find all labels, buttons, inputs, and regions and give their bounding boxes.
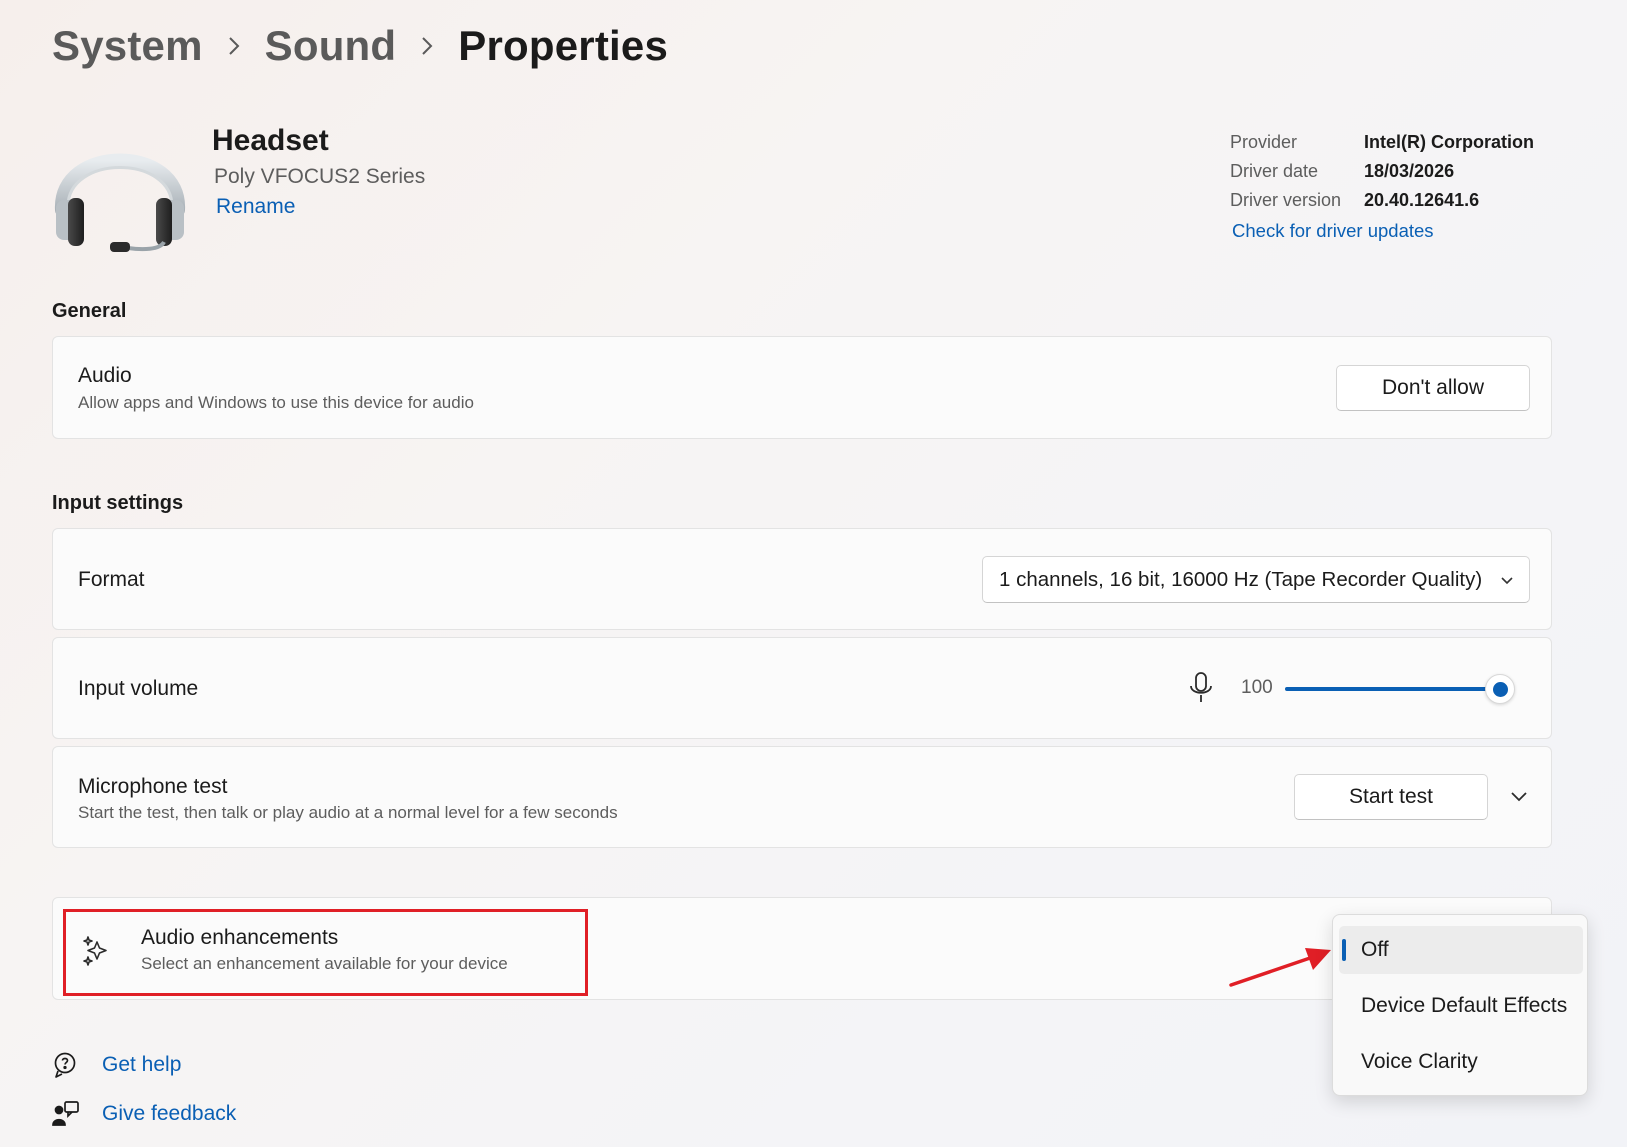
dont-allow-button[interactable]: Don't allow <box>1336 365 1530 411</box>
input-volume-value: 100 <box>1241 677 1273 698</box>
driver-provider-label: Provider <box>1230 132 1298 152</box>
start-test-button[interactable]: Start test <box>1294 774 1488 820</box>
get-help-link[interactable]: Get help <box>102 1053 181 1077</box>
breadcrumb: System Sound Properties <box>52 18 668 74</box>
selected-indicator <box>1342 939 1346 961</box>
driver-date-label: Driver date <box>1230 161 1319 181</box>
microphone-test-card: Microphone test Start the test, then tal… <box>52 746 1552 848</box>
enhancement-option-voice-clarity-label: Voice Clarity <box>1361 1050 1478 1073</box>
audio-card: Audio Allow apps and Windows to use this… <box>52 336 1552 439</box>
input-volume-slider[interactable] <box>1285 673 1515 705</box>
rename-link[interactable]: Rename <box>216 195 295 219</box>
input-volume-slider-fill <box>1285 687 1500 691</box>
feedback-icon[interactable] <box>52 1100 80 1133</box>
help-icon[interactable] <box>52 1051 80 1084</box>
format-title: Format <box>78 568 145 591</box>
give-feedback-link[interactable]: Give feedback <box>102 1102 236 1126</box>
enhancement-option-off-label: Off <box>1361 938 1389 961</box>
enhancement-option-device-default-label: Device Default Effects <box>1361 994 1568 1017</box>
driver-provider-row: Provider Intel(R) Corporation <box>1230 128 1534 157</box>
format-card: Format 1 channels, 16 bit, 16000 Hz (Tap… <box>52 528 1552 630</box>
audio-subtitle: Allow apps and Windows to use this devic… <box>78 393 474 412</box>
enhancement-option-device-default[interactable]: Device Default Effects <box>1339 982 1583 1030</box>
breadcrumb-system[interactable]: System <box>52 22 203 70</box>
input-volume-card: Input volume 100 <box>52 637 1552 739</box>
driver-version-row: Driver version 20.40.12641.6 <box>1230 186 1534 215</box>
input-volume-slider-thumb[interactable] <box>1485 674 1515 704</box>
device-name: Headset <box>212 124 329 157</box>
enhancement-option-off[interactable]: Off <box>1339 926 1583 974</box>
driver-date-row: Driver date 18/03/2026 <box>1230 157 1534 186</box>
input-settings-heading: Input settings <box>52 492 184 514</box>
chevron-right-icon <box>203 18 265 74</box>
annotation-arrow <box>1229 948 1331 987</box>
format-selected-value: 1 channels, 16 bit, 16000 Hz (Tape Recor… <box>999 567 1483 591</box>
headset-icon <box>52 114 188 254</box>
audio-title: Audio <box>78 364 132 387</box>
input-volume-title: Input volume <box>78 677 199 700</box>
format-select[interactable]: 1 channels, 16 bit, 16000 Hz (Tape Recor… <box>982 556 1530 603</box>
device-model: Poly VFOCUS2 Series <box>214 165 426 188</box>
microphone-test-title: Microphone test <box>78 775 228 798</box>
expand-chevron-icon[interactable] <box>1509 787 1529 812</box>
enhancement-option-voice-clarity[interactable]: Voice Clarity <box>1339 1038 1583 1086</box>
driver-provider-value: Intel(R) Corporation <box>1364 132 1534 152</box>
enhancement-dropdown-menu: Off Device Default Effects Voice Clarity <box>1332 914 1588 1096</box>
driver-info: Provider Intel(R) Corporation Driver dat… <box>1230 128 1534 215</box>
chevron-right-icon <box>396 18 458 74</box>
check-driver-updates-link[interactable]: Check for driver updates <box>1232 220 1434 242</box>
microphone-test-subtitle: Start the test, then talk or play audio … <box>78 803 618 822</box>
breadcrumb-sound[interactable]: Sound <box>265 22 397 70</box>
breadcrumb-properties: Properties <box>458 22 669 69</box>
annotation-highlight-box <box>63 909 588 996</box>
general-heading: General <box>52 300 127 322</box>
chevron-down-icon <box>1499 571 1515 595</box>
driver-version-label: Driver version <box>1230 190 1342 210</box>
driver-date-value: 18/03/2026 <box>1364 161 1455 181</box>
driver-version-value: 20.40.12641.6 <box>1364 190 1480 210</box>
microphone-icon[interactable] <box>1188 671 1214 710</box>
